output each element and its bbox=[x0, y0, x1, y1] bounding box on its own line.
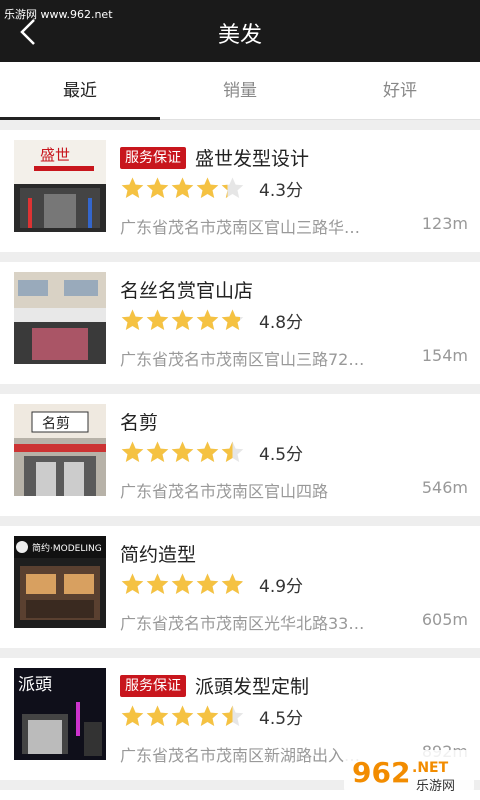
rating-score: 4.5分 bbox=[259, 445, 304, 465]
star-icon bbox=[171, 309, 194, 330]
rating-score: 4.9分 bbox=[259, 577, 304, 597]
shop-address: 广东省茂名市茂南区官山四路 bbox=[120, 482, 329, 501]
shop-name: 名剪 bbox=[120, 412, 159, 434]
star-icon bbox=[196, 705, 219, 726]
tab-reviews[interactable]: 好评 bbox=[320, 62, 480, 120]
star-icon bbox=[221, 309, 244, 330]
shop-item[interactable]: 名剪 名剪 4.5分 广东省茂名市茂南区官山四路 546m bbox=[0, 394, 480, 516]
star-icon bbox=[121, 705, 144, 726]
star-icon bbox=[121, 573, 144, 594]
shop-distance: 123m bbox=[421, 214, 468, 233]
star-icon bbox=[146, 441, 169, 462]
shop-photo: 盛世 bbox=[14, 140, 106, 232]
shop-sign-text: 简约·MODELING bbox=[32, 542, 102, 554]
rating-score: 4.3分 bbox=[259, 181, 304, 201]
star-icon bbox=[196, 309, 219, 330]
shop-address: 广东省茂名市茂南区光华北路33… bbox=[120, 614, 365, 633]
service-guarantee-badge: 服务保证 bbox=[120, 674, 186, 697]
star-icon bbox=[196, 573, 219, 594]
star-icon bbox=[171, 441, 194, 462]
shop-name: 简约造型 bbox=[120, 544, 197, 566]
star-icon bbox=[196, 177, 219, 198]
shop-item[interactable]: 简约·MODELING 简约造型 4.9分 广东省茂名市茂南区光华北路33… 6… bbox=[0, 526, 480, 648]
star-icon bbox=[221, 705, 244, 726]
logo-number-text: 962 bbox=[352, 756, 410, 789]
shop-distance: 154m bbox=[421, 346, 468, 365]
star-rating bbox=[120, 440, 245, 465]
star-icon bbox=[221, 441, 244, 462]
star-icon bbox=[171, 177, 194, 198]
star-rating bbox=[120, 176, 245, 201]
shop-distance: 605m bbox=[421, 610, 468, 629]
star-icon bbox=[146, 309, 169, 330]
star-icon bbox=[221, 177, 244, 198]
brand-logo: 962 .NET 乐游网 bbox=[344, 750, 474, 796]
star-rating bbox=[120, 308, 245, 333]
shop-photo: 名剪 bbox=[14, 404, 106, 496]
watermark-text: 乐游网 www.962.net bbox=[4, 8, 113, 21]
rating-score: 4.8分 bbox=[259, 313, 304, 333]
shop-photo: 派頭 bbox=[14, 668, 106, 760]
rating-score: 4.5分 bbox=[259, 709, 304, 729]
active-tab-indicator bbox=[0, 117, 160, 120]
star-rating bbox=[120, 704, 245, 729]
logo-caption-text: 乐游网 bbox=[416, 779, 455, 794]
star-icon bbox=[146, 573, 169, 594]
star-icon bbox=[171, 705, 194, 726]
service-guarantee-badge: 服务保证 bbox=[120, 146, 186, 169]
shop-name: 名丝名赏官山店 bbox=[120, 280, 254, 302]
shop-sign-text: 盛世 bbox=[40, 146, 70, 164]
shop-photo: 简约·MODELING bbox=[14, 536, 106, 628]
shop-sign-text: 名剪 bbox=[42, 416, 70, 432]
star-icon bbox=[121, 441, 144, 462]
star-icon bbox=[146, 177, 169, 198]
star-icon bbox=[146, 705, 169, 726]
tab-sales[interactable]: 销量 bbox=[160, 62, 320, 120]
tab-bar: 最近 销量 好评 bbox=[0, 62, 480, 120]
star-icon bbox=[121, 309, 144, 330]
shop-address: 广东省茂名市茂南区官山三路72… bbox=[120, 350, 365, 369]
star-rating bbox=[120, 572, 245, 597]
shop-photo bbox=[14, 272, 106, 364]
star-icon bbox=[196, 441, 219, 462]
shop-address: 广东省茂名市茂南区官山三路华… bbox=[120, 218, 361, 237]
logo-net-text: .NET bbox=[412, 760, 449, 776]
shop-distance: 546m bbox=[421, 478, 468, 497]
star-icon bbox=[171, 573, 194, 594]
tab-recent[interactable]: 最近 bbox=[0, 62, 160, 120]
star-icon bbox=[121, 177, 144, 198]
shop-list: 盛世 服务保证 盛世发型设计 4.3分 广东省茂名市茂南区官山三路华… 123m bbox=[0, 130, 480, 800]
shop-name: 派頭发型定制 bbox=[195, 676, 310, 698]
star-icon bbox=[221, 573, 244, 594]
shop-name: 盛世发型设计 bbox=[195, 148, 310, 170]
shop-sign-text: 派頭 bbox=[18, 675, 52, 695]
shop-item[interactable]: 盛世 服务保证 盛世发型设计 4.3分 广东省茂名市茂南区官山三路华… 123m bbox=[0, 130, 480, 252]
shop-item[interactable]: 名丝名赏官山店 4.8分 广东省茂名市茂南区官山三路72… 154m bbox=[0, 262, 480, 384]
